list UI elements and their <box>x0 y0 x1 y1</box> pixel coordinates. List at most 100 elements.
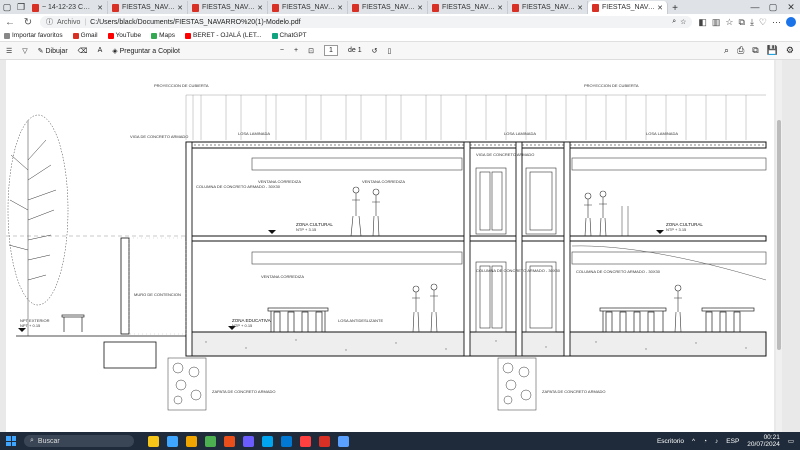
copilot-button[interactable]: ◈ Preguntar a Copilot <box>112 47 180 55</box>
browser-tab[interactable]: FIESTAS_NAVARRO ENTI✕ <box>108 1 188 14</box>
network-icon[interactable]: ◔ <box>703 438 707 445</box>
favorites-icon[interactable]: ☆ <box>725 17 733 28</box>
rotate-icon[interactable]: ↺ <box>372 47 378 55</box>
bookmark-item[interactable]: Gmail <box>72 32 98 39</box>
tab-title: FIESTAS_NAVARRO ENTI <box>122 4 175 11</box>
read-aloud-icon[interactable]: A <box>98 47 103 54</box>
new-tab-button[interactable]: + <box>668 3 682 14</box>
taskbar-app-icon[interactable] <box>281 435 292 447</box>
more-icon[interactable]: ⋯ <box>772 17 781 28</box>
browser-tab[interactable]: FIESTAS_NAVARRO (1)-M✕ <box>188 1 268 14</box>
pdf-icon <box>512 3 519 12</box>
taskbar-search[interactable]: ⌕ Buscar <box>24 435 134 447</box>
taskbar-app-icon[interactable] <box>300 435 311 447</box>
taskbar-app-icon[interactable] <box>319 435 330 447</box>
minimize-icon[interactable]: — <box>746 0 764 14</box>
pdf-icon <box>272 3 279 12</box>
taskbar-app-icon[interactable] <box>224 435 235 447</box>
taskbar-app-icon[interactable] <box>262 435 273 447</box>
close-tab-icon[interactable]: ✕ <box>497 4 503 12</box>
volume-icon[interactable]: ♪ <box>715 438 718 445</box>
browser-essentials-icon[interactable]: ♡ <box>759 17 767 28</box>
window-controls: — ▢ ✕ <box>746 0 800 14</box>
bookmark-item[interactable]: YouTube <box>107 32 141 39</box>
fit-page-icon[interactable]: ⊡ <box>308 47 314 55</box>
zoom-icon[interactable]: ⌕ <box>672 18 676 26</box>
zoom-out-icon[interactable]: − <box>280 47 284 54</box>
tab-title: FIESTAS_NAVARRO (1)-M <box>362 4 415 11</box>
close-tab-icon[interactable]: ✕ <box>97 4 103 12</box>
page-number-input[interactable]: 1 <box>323 45 338 56</box>
label-ntp-educativa: NTP + 0.15 <box>232 323 253 328</box>
clock[interactable]: 00:21 20/07/2024 <box>747 434 780 448</box>
tab-bar: ▢ ❐ ~ 14-12-23 CORTES DETAL✕FIESTAS_NAVA… <box>0 0 800 14</box>
browser-tab[interactable]: ~ 14-12-23 CORTES DETAL✕ <box>28 1 108 14</box>
taskbar-app-icon[interactable] <box>148 435 159 447</box>
copilot-icon[interactable] <box>786 16 796 27</box>
close-tab-icon[interactable]: ✕ <box>657 4 663 12</box>
browser-tab[interactable]: FIESTAS_NAVARRO (1)-M✕ <box>428 1 508 14</box>
notifications-icon[interactable]: ▭ <box>788 437 794 445</box>
pdf-icon <box>192 3 199 12</box>
maximize-icon[interactable]: ▢ <box>764 0 782 14</box>
address-bar[interactable]: ⓘ Archivo | C:/Users/black/Documents/FIE… <box>40 16 693 28</box>
taskbar-app-icon[interactable] <box>186 435 197 447</box>
settings-icon[interactable]: ⚙ <box>786 45 794 56</box>
workspaces-icon[interactable]: ▢ <box>0 0 14 14</box>
taskbar: ⌕ Buscar Escritorio ^ ◔ ♪ ESP 00:21 20/0… <box>0 432 800 450</box>
erase-icon[interactable]: ⌫ <box>78 47 88 55</box>
close-tab-icon[interactable]: ✕ <box>337 4 343 12</box>
bookmark-item[interactable]: Importar favoritos <box>4 32 63 39</box>
zoom-in-icon[interactable]: + <box>294 47 298 54</box>
label-muro: MURO DE CONTENCION <box>134 292 181 297</box>
tray-arrow-icon[interactable]: ^ <box>692 438 695 445</box>
save-icon[interactable]: 💾 <box>767 45 778 56</box>
bookmark-item[interactable]: Maps <box>151 32 175 39</box>
ramp-line <box>571 245 767 281</box>
print-icon[interactable]: ⎙ <box>737 45 744 56</box>
browser-tab[interactable]: FIESTAS_NAVARRO (1)-M✕ <box>268 1 348 14</box>
bookmark-item[interactable]: BERET - OJALÁ (LET... <box>185 32 262 39</box>
scrollbar-thumb[interactable] <box>777 120 781 350</box>
draw-button[interactable]: ✎ Dibujar <box>38 47 68 55</box>
highlight-icon[interactable]: ▽ <box>22 47 27 55</box>
close-window-icon[interactable]: ✕ <box>782 0 800 14</box>
extension-icon[interactable]: ◧ <box>698 17 707 28</box>
search-icon: ⌕ <box>30 437 34 444</box>
refresh-icon[interactable]: ↻ <box>22 17 34 28</box>
collections-icon[interactable]: ⧉ <box>739 17 745 28</box>
close-tab-icon[interactable]: ✕ <box>257 4 263 12</box>
contents-icon[interactable]: ☰ <box>6 47 12 55</box>
save-as-icon[interactable]: ⧉ <box>752 45 758 56</box>
language-indicator[interactable]: ESP <box>726 438 739 445</box>
browser-tab[interactable]: FIESTAS_NAVARRO (1)-M✕ <box>588 1 668 14</box>
back-icon[interactable]: ← <box>4 17 16 28</box>
browser-tab[interactable]: FIESTAS_NAVARRO (1)-M✕ <box>508 1 588 14</box>
close-tab-icon[interactable]: ✕ <box>417 4 423 12</box>
bookmark-icon <box>72 32 79 39</box>
favorite-star-icon[interactable]: ☆ <box>680 18 686 26</box>
system-tray: Escritorio ^ ◔ ♪ ESP 00:21 20/07/2024 ▭ <box>657 434 794 448</box>
taskbar-app-icon[interactable] <box>338 435 349 447</box>
retaining-wall <box>120 237 130 335</box>
split-screen-icon[interactable]: ▥ <box>712 17 721 28</box>
bookmarks-bar: Importar favoritos Gmail YouTube Maps BERET … <box>0 30 800 42</box>
taskbar-app-icon[interactable] <box>243 435 254 447</box>
search-icon[interactable]: ⌕ <box>724 45 729 56</box>
close-tab-icon[interactable]: ✕ <box>577 4 583 12</box>
pdf-scrollbar[interactable] <box>776 60 782 432</box>
downloads-icon[interactable]: ⤓ <box>750 17 754 28</box>
taskbar-app-icon[interactable] <box>167 435 178 447</box>
pdf-icon <box>32 3 39 12</box>
ground-slab <box>185 331 767 357</box>
desktop-label[interactable]: Escritorio <box>657 438 684 445</box>
page-view-icon[interactable]: ▯ <box>387 47 391 55</box>
url-scheme: Archivo <box>57 18 81 26</box>
bookmark-item[interactable]: ChatGPT <box>271 32 307 39</box>
close-tab-icon[interactable]: ✕ <box>177 4 183 12</box>
label-losa-mid: LOSA LAMINADA <box>504 131 536 136</box>
windows-start-icon[interactable] <box>6 436 16 446</box>
tab-actions-icon[interactable]: ❐ <box>14 0 28 14</box>
browser-tab[interactable]: FIESTAS_NAVARRO (1)-M✕ <box>348 1 428 14</box>
taskbar-app-icon[interactable] <box>205 435 216 447</box>
